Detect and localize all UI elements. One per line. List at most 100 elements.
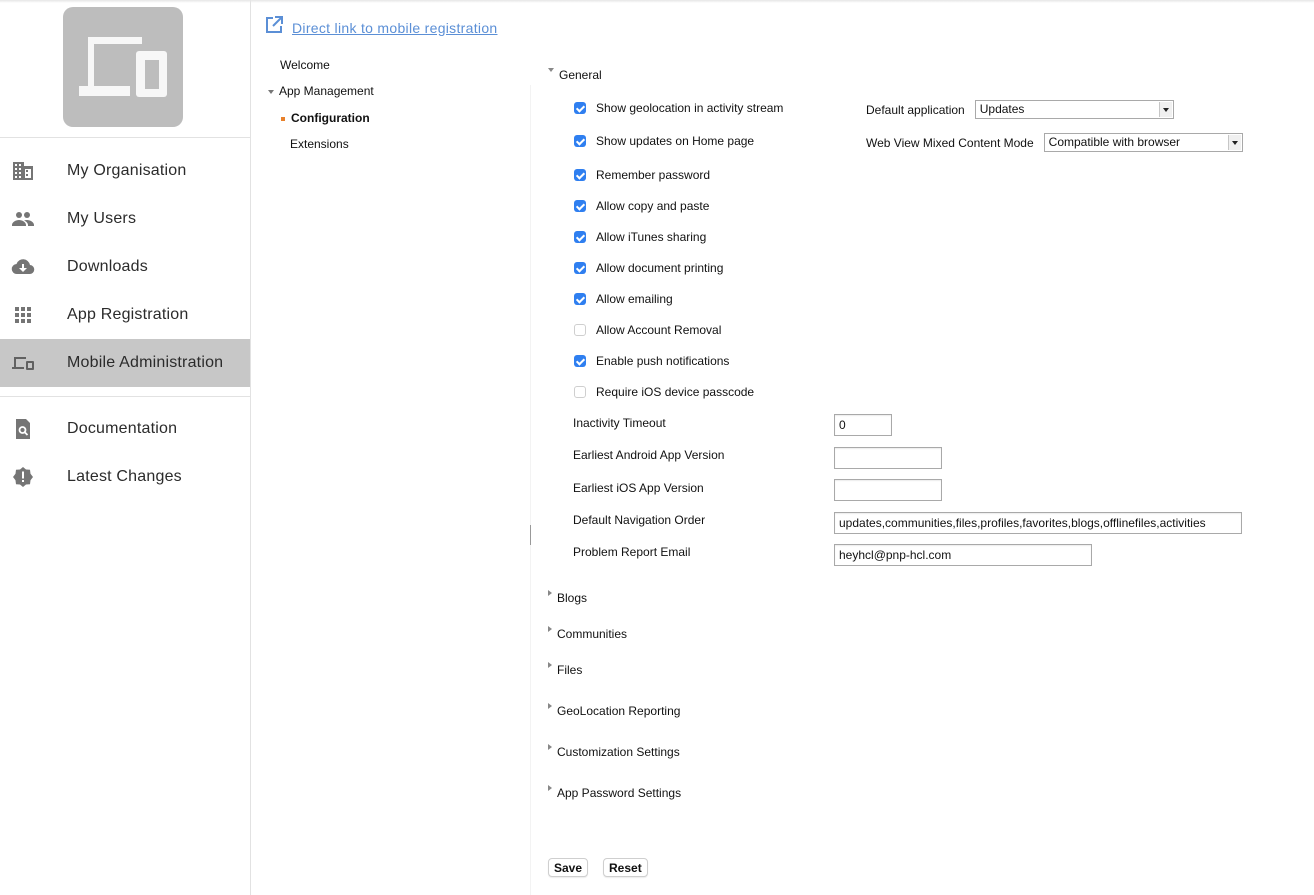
section-title: GeoLocation Reporting: [557, 704, 681, 718]
checkbox-checked[interactable]: [574, 355, 586, 367]
section-toggle-files[interactable]: Files: [548, 662, 583, 677]
reset-button[interactable]: Reset: [603, 858, 648, 877]
checkbox-row[interactable]: Allow Account Removal: [574, 323, 721, 337]
earliest-ios-label: Earliest iOS App Version: [573, 481, 704, 495]
checkbox-checked[interactable]: [574, 293, 586, 305]
section-general-toggle[interactable]: General: [548, 68, 602, 82]
save-button[interactable]: Save: [548, 858, 589, 877]
section-toggle-blogs[interactable]: Blogs: [548, 590, 588, 605]
checkbox-label[interactable]: Show updates on Home page: [596, 134, 754, 148]
section-toggle-communities[interactable]: Communities: [548, 626, 628, 641]
external-link-icon: [265, 16, 283, 39]
nav-documentation[interactable]: Documentation: [0, 405, 250, 453]
field-label: Default application: [866, 102, 965, 117]
secondary-nav: Documentation Latest Changes: [0, 405, 250, 501]
checkbox-row[interactable]: Allow iTunes sharing: [574, 230, 706, 244]
checkbox-row[interactable]: Allow document printing: [574, 261, 723, 275]
splitter-handle[interactable]: [530, 525, 531, 545]
alert-badge-icon: [11, 466, 35, 488]
nav-label: App Registration: [67, 306, 189, 323]
nav-label: My Users: [67, 210, 137, 227]
section-title: Communities: [557, 627, 628, 641]
checkbox-label[interactable]: Require iOS device passcode: [596, 385, 754, 399]
devices-icon: [11, 352, 35, 374]
default-application-row: Default application Updates: [866, 100, 1174, 119]
nav-order-label: Default Navigation Order: [573, 513, 706, 527]
select-value: Compatible with browser: [1048, 135, 1181, 149]
earliest-android-label: Earliest Android App Version: [573, 448, 725, 462]
collapsed-triangle-icon: [548, 785, 552, 791]
people-icon: [11, 208, 35, 230]
section-title: App Password Settings: [557, 786, 682, 800]
tree-label: App Management: [279, 84, 374, 98]
web-view-mode-row: Web View Mixed Content Mode Compatible w…: [866, 133, 1243, 152]
section-title: Blogs: [557, 591, 588, 605]
dropdown-arrow-icon: [1227, 135, 1241, 150]
checkbox-checked[interactable]: [574, 231, 586, 243]
checkbox-checked[interactable]: [574, 102, 586, 114]
section-toggle-app-password-settings[interactable]: App Password Settings: [548, 785, 682, 800]
checkbox-label[interactable]: Remember password: [596, 168, 710, 182]
checkbox-row[interactable]: Allow emailing: [574, 292, 673, 306]
problem-email-input[interactable]: [834, 544, 1092, 566]
checkbox-row[interactable]: Remember password: [574, 168, 710, 182]
configuration-form: General Show geolocation in activity str…: [540, 0, 1314, 895]
problem-email-label: Problem Report Email: [573, 545, 691, 559]
nav-label: My Organisation: [67, 162, 187, 179]
checkbox-row[interactable]: Allow copy and paste: [574, 199, 709, 213]
collapsed-triangle-icon: [548, 626, 552, 632]
checkbox-label[interactable]: Allow Account Removal: [596, 323, 721, 337]
nav-mobile-administration[interactable]: Mobile Administration: [0, 339, 250, 387]
checkbox-label[interactable]: Allow document printing: [596, 261, 723, 275]
checkbox-label[interactable]: Allow emailing: [596, 292, 673, 306]
checkbox-label[interactable]: Allow iTunes sharing: [596, 230, 706, 244]
tree-item-configuration[interactable]: Configuration: [281, 111, 370, 125]
checkbox-row[interactable]: Show updates on Home page: [574, 134, 754, 148]
earliest-ios-input[interactable]: [834, 479, 942, 501]
nav-latest-changes[interactable]: Latest Changes: [0, 453, 250, 501]
checkbox-row[interactable]: Require iOS device passcode: [574, 385, 754, 399]
checkbox-checked[interactable]: [574, 169, 586, 181]
checkbox-row[interactable]: Enable push notifications: [574, 354, 729, 368]
tree-item-welcome[interactable]: Welcome: [280, 58, 330, 72]
logo-area: [0, 0, 250, 138]
nav-order-input[interactable]: [834, 512, 1242, 534]
checkbox-checked[interactable]: [574, 135, 586, 147]
dropdown-arrow-icon: [1158, 102, 1172, 117]
nav-downloads[interactable]: Downloads: [0, 243, 250, 291]
collapsed-triangle-icon: [548, 590, 552, 596]
earliest-android-input[interactable]: [834, 447, 942, 469]
inactivity-timeout-input[interactable]: [834, 414, 892, 436]
checkbox-label[interactable]: Allow copy and paste: [596, 199, 709, 213]
checkbox-label[interactable]: Enable push notifications: [596, 354, 729, 368]
caret-down-icon[interactable]: [268, 89, 274, 94]
expanded-triangle-icon: [548, 68, 554, 72]
nav-app-registration[interactable]: App Registration: [0, 291, 250, 339]
checkbox-label[interactable]: Show geolocation in activity stream: [596, 101, 783, 115]
web-view-mode-select[interactable]: Compatible with browser: [1043, 133, 1243, 152]
section-title: Files: [557, 663, 583, 677]
apps-grid-icon: [11, 304, 35, 326]
tree-item-extensions[interactable]: Extensions: [290, 137, 349, 151]
direct-link-row: Direct link to mobile registration: [265, 16, 498, 39]
nav-my-users[interactable]: My Users: [0, 195, 250, 243]
sidebar: My Organisation My Users Downloads App R…: [0, 0, 251, 895]
tree-label: Configuration: [291, 111, 370, 125]
checkbox-unchecked[interactable]: [574, 324, 586, 336]
pane-splitter[interactable]: [530, 85, 531, 895]
checkbox-row[interactable]: Show geolocation in activity stream: [574, 101, 783, 115]
direct-link-mobile-registration[interactable]: Direct link to mobile registration: [292, 20, 498, 36]
doc-search-icon: [11, 418, 35, 440]
default-application-select[interactable]: Updates: [974, 100, 1174, 119]
checkbox-checked[interactable]: [574, 200, 586, 212]
inactivity-timeout-label: Inactivity Timeout: [573, 416, 666, 430]
nav-label: Downloads: [67, 258, 148, 275]
checkbox-checked[interactable]: [574, 262, 586, 274]
nav-my-organisation[interactable]: My Organisation: [0, 147, 250, 195]
nav-label: Mobile Administration: [67, 354, 224, 371]
section-toggle-customization-settings[interactable]: Customization Settings: [548, 744, 680, 759]
select-value: Updates: [979, 102, 1025, 116]
section-toggle-geolocation-reporting[interactable]: GeoLocation Reporting: [548, 703, 681, 718]
tree-item-app-management[interactable]: App Management: [268, 84, 374, 98]
checkbox-unchecked[interactable]: [574, 386, 586, 398]
